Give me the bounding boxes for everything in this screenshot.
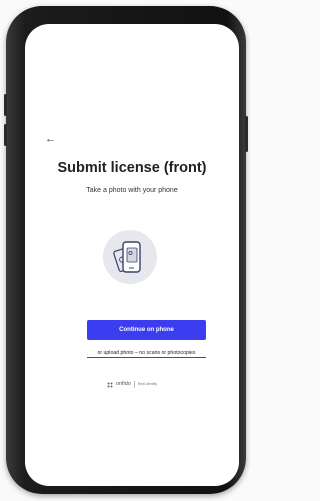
page-subtitle: Take a photo with your phone [86, 187, 178, 194]
continue-on-phone-button[interactable]: Continue on phone [87, 320, 206, 340]
brand-name: onfido [115, 381, 131, 387]
volume-down-button [4, 124, 7, 146]
phone-with-document-icon [103, 230, 157, 284]
brand-tagline: Real identity [137, 382, 158, 386]
footer-divider [133, 380, 135, 388]
page-title: Submit license (front) [57, 160, 207, 176]
onfido-logo-icon [107, 375, 113, 393]
upload-photo-link[interactable]: or upload photo – no scans or photocopie… [87, 350, 206, 358]
footer-branding: onfido Real identity [25, 375, 239, 393]
power-button [245, 116, 248, 152]
phone-screen: ← Submit license (front) Take a photo wi… [25, 24, 239, 486]
volume-up-button [4, 94, 7, 116]
phone-frame: ← Submit license (front) Take a photo wi… [4, 6, 248, 494]
arrow-left-icon[interactable]: ← [45, 133, 56, 145]
